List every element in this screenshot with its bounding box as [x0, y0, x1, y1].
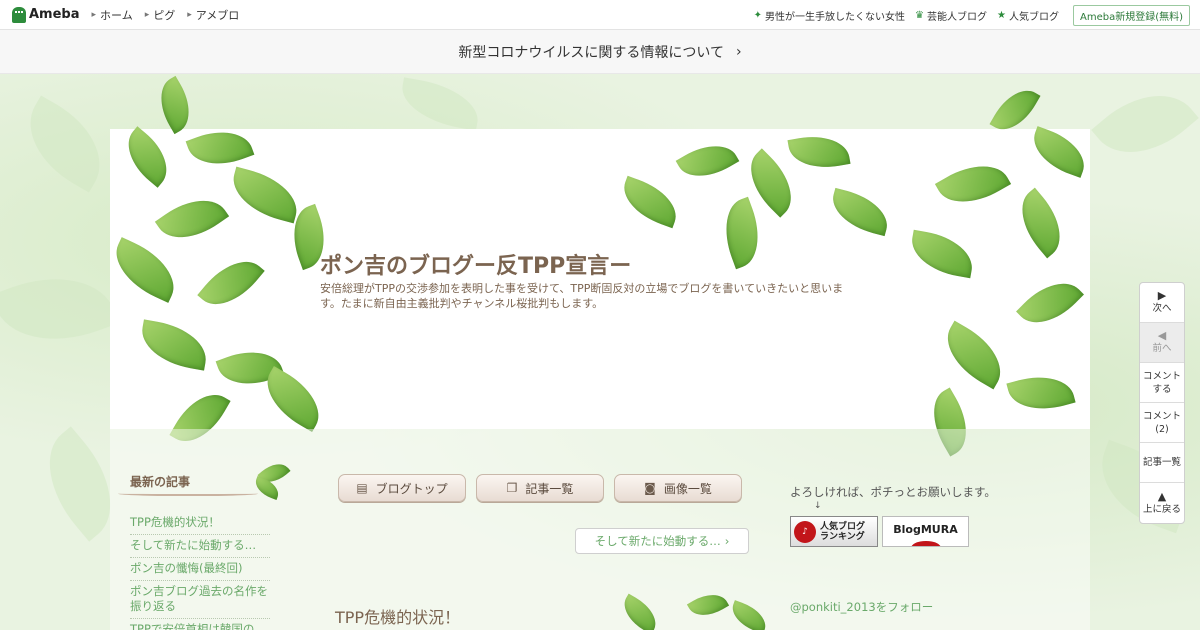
- nav-label: 上に戻る: [1142, 503, 1181, 515]
- blog-title[interactable]: ポン吉のブログー反TPP宣言ー: [320, 248, 631, 280]
- nav-link-label: ホーム: [100, 8, 133, 22]
- background-leaf-decoration: [0, 257, 119, 361]
- chevron-right-icon: ▸: [187, 9, 192, 20]
- nav-label: コメント(2): [1142, 410, 1181, 435]
- next-button[interactable]: ▶ 次へ: [1140, 283, 1184, 323]
- nav-link-pigg[interactable]: ▸ ピグ: [145, 7, 176, 23]
- play-back-icon: ◀: [1157, 329, 1167, 342]
- comments-count-button[interactable]: コメント(2): [1140, 403, 1184, 443]
- link-popular-blogs[interactable]: ★ 人気ブログ: [997, 8, 1059, 23]
- header-right-links: ✦ 男性が一生手放したくない女性 ♛ 芸能人ブログ ★ 人気ブログ Ameba新規登録…: [744, 0, 1190, 30]
- floating-side-nav: ▶ 次へ ◀ 前へ コメントする コメント(2) 記事一覧 ▲ 上に戻る: [1139, 282, 1185, 524]
- tab-label: 画像一覧: [663, 481, 712, 496]
- ranking-banner-text: 人気ブログ ランキング: [820, 522, 865, 542]
- recent-article-link[interactable]: そして新たに始動する…: [130, 535, 270, 558]
- background-leaf-decoration: [1091, 72, 1199, 176]
- link-celebrity-blogs[interactable]: ♛ 芸能人ブログ: [915, 8, 987, 23]
- link-label: 人気ブログ: [1008, 11, 1059, 23]
- nav-label: コメントする: [1142, 370, 1181, 395]
- recent-article-link[interactable]: TPP危機的状況！: [130, 512, 270, 535]
- tab-blog-top[interactable]: ▤ ブログトップ: [338, 474, 466, 502]
- sparkle-icon: ✦: [753, 9, 763, 21]
- signup-button[interactable]: Ameba新規登録(無料): [1072, 4, 1190, 26]
- camera-icon: ◙: [644, 481, 656, 495]
- document-icon: ▤: [356, 481, 368, 495]
- background-leaf-decoration: [11, 95, 119, 193]
- global-header: Ameba ▸ ホーム ▸ ピグ ▸ アメブロ ✦ 男性が一生手放したくない女性 ♛ 芸能…: [0, 0, 1200, 30]
- twitter-follow-link[interactable]: @ponkiti_2013をフォロー: [790, 599, 933, 615]
- nav-link-ameblo[interactable]: ▸ アメブロ: [187, 7, 239, 23]
- next-article-button[interactable]: そして新たに始動する… ›: [575, 528, 749, 554]
- nav-label: 記事一覧: [1142, 457, 1181, 468]
- ranking-logo-icon: ♪: [794, 520, 816, 543]
- blog-tabs: ▤ ブログトップ ❐ 記事一覧 ◙ 画像一覧: [338, 474, 752, 502]
- sidebar-title-underline: [118, 490, 258, 496]
- blogmura-banner[interactable]: BlogMURA: [882, 516, 969, 547]
- article-title[interactable]: TPP危機的状況！: [335, 604, 460, 628]
- tab-label: ブログトップ: [375, 481, 448, 496]
- ameba-logo-icon: [12, 6, 26, 23]
- nav-link-label: ピグ: [153, 8, 176, 22]
- background-leaf-decoration: [397, 77, 483, 131]
- link-label: 男性が一生手放したくない女性: [765, 11, 906, 23]
- back-to-top-button[interactable]: ▲ 上に戻る: [1140, 483, 1184, 523]
- chevron-right-icon: ›: [735, 43, 742, 60]
- triangle-up-icon: ▲: [1157, 489, 1167, 503]
- link-featured-topic[interactable]: ✦ 男性が一生手放したくない女性: [754, 8, 905, 23]
- ameba-logo-text: Ameba: [29, 7, 80, 22]
- recent-articles-list: TPP危機的状況！ そして新たに始動する… ポン吉の懺悔(最終回) ポン吉ブログ…: [130, 512, 270, 630]
- comment-button[interactable]: コメントする: [1140, 363, 1184, 403]
- blogmura-banner-text: BlogMURA: [893, 523, 958, 536]
- tab-article-list[interactable]: ❐ 記事一覧: [476, 474, 604, 502]
- chevron-right-icon: ▸: [144, 9, 150, 20]
- ranking-banner-line: ランキング: [820, 531, 865, 542]
- play-icon: ▶: [1157, 289, 1167, 302]
- star-icon: ★: [997, 9, 1006, 21]
- nav-label: 次へ: [1152, 303, 1172, 314]
- ranking-banner-line: 人気ブログ: [820, 521, 866, 532]
- tab-image-list[interactable]: ◙ 画像一覧: [614, 474, 742, 502]
- covid-notice-bar[interactable]: 新型コロナウイルスに関する情報について ›: [0, 30, 1200, 74]
- crown-icon: ♛: [915, 9, 925, 21]
- copy-icon: ❐: [506, 481, 518, 495]
- recent-article-link[interactable]: ポン吉ブログ過去の名作を振り返る: [130, 581, 270, 619]
- tab-label: 記事一覧: [525, 481, 574, 496]
- notice-text: 新型コロナウイルスに関する情報について: [458, 44, 724, 61]
- recent-article-link[interactable]: ポン吉の懺悔(最終回): [130, 558, 270, 581]
- next-article-label: そして新たに始動する…: [594, 534, 721, 548]
- chevron-right-icon: ▸: [91, 9, 97, 20]
- arrow-down-icon: ↓: [814, 501, 822, 511]
- recent-article-link[interactable]: TPPで安倍首相は韓国の: [130, 619, 270, 630]
- nav-link-label: アメブロ: [195, 8, 240, 22]
- nav-link-home[interactable]: ▸ ホーム: [92, 7, 133, 23]
- sidebar-title: 最新の記事: [130, 475, 191, 489]
- article-list-button[interactable]: 記事一覧: [1140, 443, 1184, 483]
- ranking-request-text: よろしければ、ポチっとお願いします。: [790, 485, 996, 499]
- chevron-right-icon: ›: [724, 534, 730, 548]
- blog-description: 安倍総理がTPPの交渉参加を表明した事を受けて、TPP断固反対の立場でブログを書…: [320, 282, 844, 310]
- link-label: 芸能人ブログ: [927, 11, 988, 23]
- nav-label: 前へ: [1152, 343, 1172, 354]
- prev-button[interactable]: ◀ 前へ: [1140, 323, 1184, 363]
- blog-ranking-banner[interactable]: ♪ 人気ブログ ランキング: [790, 516, 878, 547]
- ameba-logo[interactable]: Ameba: [12, 6, 80, 23]
